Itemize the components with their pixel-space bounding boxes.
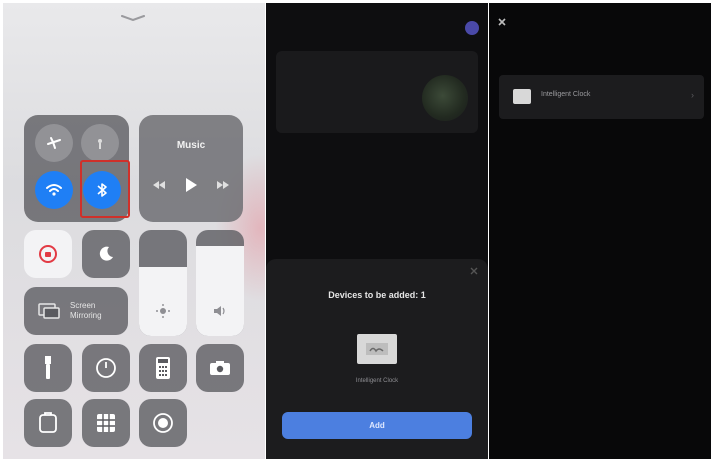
play-icon[interactable] (184, 177, 198, 193)
avatar[interactable] (465, 21, 479, 35)
rotation-lock-toggle[interactable] (24, 230, 72, 278)
ear-icon (39, 412, 57, 433)
ios-control-center-panel: Music Screen Mirroring (3, 3, 265, 459)
clock-device-image (357, 334, 397, 364)
timer-icon (96, 358, 116, 378)
screen-mirroring-tile[interactable]: Screen Mirroring (24, 287, 128, 335)
screen-mirroring-label: Screen Mirroring (70, 301, 102, 320)
wifi-icon (46, 184, 62, 196)
airplane-mode-toggle[interactable] (35, 124, 73, 162)
bluetooth-highlight-frame (80, 160, 130, 218)
brightness-slider[interactable] (139, 230, 187, 336)
screen-mirroring-icon (38, 303, 60, 319)
device-name: Intelligent Clock (541, 91, 591, 98)
rotation-lock-icon (39, 245, 57, 263)
clock-icon (513, 89, 531, 104)
add-button[interactable]: Add (282, 412, 472, 439)
cellular-data-toggle[interactable] (81, 124, 119, 162)
qr-scanner-button[interactable] (82, 399, 130, 447)
found-devices-panel: Intelligent Clock › (489, 3, 711, 459)
speaker-icon (214, 306, 225, 316)
screen-record-button[interactable] (139, 399, 187, 447)
calculator-button[interactable] (139, 344, 187, 392)
previous-track-icon[interactable] (152, 180, 166, 190)
hearing-button[interactable] (24, 399, 72, 447)
background-dim (266, 163, 488, 258)
featured-card[interactable] (276, 51, 478, 133)
flashlight-button[interactable] (24, 344, 72, 392)
wifi-toggle[interactable] (35, 171, 73, 209)
music-tile[interactable]: Music (139, 115, 243, 222)
chevron-down-icon[interactable] (121, 15, 145, 21)
camera-icon (210, 361, 230, 375)
record-icon (153, 413, 173, 433)
sun-icon (156, 304, 170, 318)
close-icon[interactable] (497, 17, 507, 27)
do-not-disturb-toggle[interactable] (82, 230, 130, 278)
antenna-icon (98, 139, 102, 149)
next-track-icon[interactable] (216, 180, 230, 190)
camera-button[interactable] (196, 344, 244, 392)
devices-to-add-title: Devices to be added: 1 (328, 290, 426, 300)
app-add-device-panel: Devices to be added: 1 Intelligent Clock… (266, 3, 488, 459)
grid-icon (97, 414, 115, 432)
music-title: Music (176, 140, 206, 151)
calculator-icon (156, 357, 170, 379)
clock-icon (366, 343, 388, 355)
close-icon[interactable] (469, 266, 479, 276)
chevron-right-icon: › (691, 90, 694, 100)
timer-button[interactable] (82, 344, 130, 392)
add-device-sheet: Devices to be added: 1 Intelligent Clock… (266, 259, 488, 459)
plant-image (422, 75, 468, 121)
volume-slider[interactable] (196, 230, 244, 336)
flashlight-icon (45, 356, 51, 379)
airplane-icon (47, 137, 61, 149)
device-name-label: Intelligent Clock (355, 378, 399, 384)
moon-icon (99, 246, 113, 261)
device-list-item[interactable]: Intelligent Clock › (499, 75, 704, 119)
